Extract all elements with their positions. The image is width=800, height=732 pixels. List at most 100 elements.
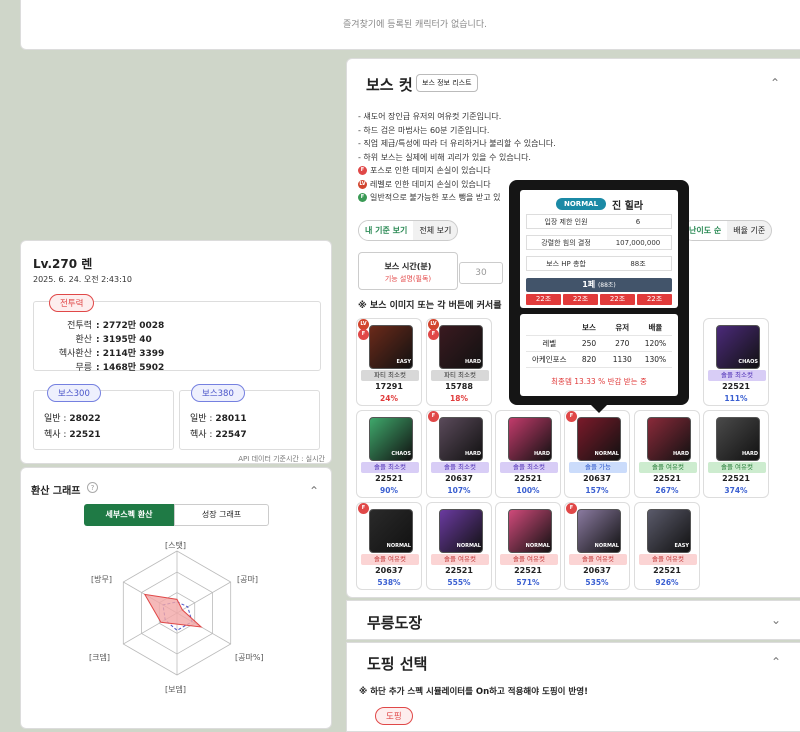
difficulty-label: NORMAL [386,543,411,549]
cut-label[interactable]: 솔플 여유컷 [708,462,766,473]
required-stat: 20637 [583,474,611,483]
boss-card[interactable]: EASY LV F 파티 최소컷 17291 24% [356,318,422,406]
mureung-expand-chevron-icon[interactable]: ⌄ [771,613,781,627]
required-stat: 22521 [375,474,403,483]
difficulty-label: NORMAL [456,543,481,549]
graph-collapse-chevron-icon[interactable]: ⌃ [309,484,319,498]
difficulty-label: NORMAL [594,543,619,549]
boss-card[interactable]: EASY 솔플 여유컷 22521 926% [634,502,700,590]
note-line: - 하위 보스는 실제에 비해 괴리가 있을 수 있습니다. [358,152,531,162]
my-basis-view-button[interactable]: 내 기준 보기 [359,221,414,240]
detail-spec-tab[interactable]: 세부스펙 환산 [84,504,174,526]
required-stat: 22521 [514,566,542,575]
force-badge-icon: F [358,329,369,340]
axis-label: [방무] [91,575,112,584]
boss-card[interactable]: NORMAL 솔플 여유컷 22521 555% [426,502,492,590]
cut-label[interactable]: 솔플 여유컷 [361,554,419,565]
doping-title: 도핑 선택 [367,655,428,673]
compare-row: 아케인포스 820 1130 130% [526,352,672,368]
note-line: - 직업 제급/특성에 따라 더 유리하거나 불리할 수 있습니다. [358,139,556,148]
doping-collapse-chevron-icon[interactable]: ⌃ [771,655,781,669]
boss-card[interactable]: NORMAL F 솔플 여유컷 20637 538% [356,502,422,590]
cut-label[interactable]: 솔플 여유컷 [639,554,697,565]
required-stat: 15788 [445,382,473,391]
cut-label[interactable]: 파티 최소컷 [431,370,489,381]
boss-card[interactable]: NORMAL F 솔플 가능 20637 157% [564,410,630,498]
cut-label[interactable]: 솔플 최소컷 [500,462,558,473]
force-badge-icon: F [566,503,577,514]
cut-label[interactable]: 솔플 최소컷 [361,462,419,473]
axis-label: [보뎀] [165,685,186,694]
multiplier-sort-button[interactable]: 배율 기준 [727,221,771,240]
graph-panel: 환산 그래프 ? ⌃ 세부스펙 환산 성장 그래프 [스탯] [공마] [공마%… [20,467,332,729]
difficulty-label: CHAOS [391,451,411,457]
axis-label: [스탯] [165,541,186,550]
radar-chart [122,550,232,676]
boss-time-input[interactable]: 30 [459,262,503,284]
difficulty-label: EASY [396,359,411,365]
boss-info-list-button[interactable]: 보스 정보 리스트 [416,74,478,92]
boss-time-label: 보스 시간(분) [384,262,432,271]
compare-table: 보스 유저 배율 레벨 250 270 120% 아케인포스 820 1130 130% [526,320,672,368]
help-icon[interactable]: ? [87,482,98,493]
cut-label[interactable]: 솔플 여유컷 [569,554,627,565]
boss-card[interactable]: CHAOS 솔플 최소컷 22521 90% [356,410,422,498]
required-stat: 20637 [445,474,473,483]
required-stat: 20637 [583,566,611,575]
note-line: F 포스로 인한 데미지 손실이 있습니다 [358,164,556,178]
character-panel: Lv.270 렌 2025. 6. 24. 오전 2:43:10 전투력: 27… [20,240,332,464]
compare-row: 레벨 250 270 120% [526,336,672,352]
cut-label[interactable]: 솔플 여유컷 [639,462,697,473]
boss-time-help-link[interactable]: 기능 설명(필독) [359,274,457,284]
force-badge-icon: F [358,503,369,514]
difficulty-label: NORMAL [594,451,619,457]
boss-card[interactable]: HARD 솔플 최소컷 22521 100% [495,410,561,498]
required-stat: 17291 [375,382,403,391]
cut-label[interactable]: 솔플 가능 [569,462,627,473]
view-toggle: 내 기준 보기 전체 보기 [358,220,459,241]
boss-card[interactable]: HARD F 솔플 최소컷 20637 107% [426,410,492,498]
boss-card[interactable]: HARD 솔플 여유컷 22521 374% [703,410,769,498]
ratio-percent: 18% [450,394,468,403]
api-footer: API 데이터 기준시간 : 실시간 [238,455,325,463]
mureung-section: 무릉도장 ⌄ [346,600,800,640]
phase-cells: 22조 22조 22조 22조 [526,294,672,305]
boss300-tag: 보스300 [47,384,101,402]
difficulty-sort-button[interactable]: 난이도 순 [683,221,728,240]
phase-cell: 22조 [563,294,598,305]
difficulty-pill: NORMAL [556,198,607,210]
cut-label[interactable]: 솔플 여유컷 [500,554,558,565]
growth-graph-tab[interactable]: 성장 그래프 [174,504,269,526]
boss-card[interactable]: NORMAL 솔플 여유컷 22521 571% [495,502,561,590]
boss-card[interactable]: HARD 솔플 여유컷 22521 267% [634,410,700,498]
cut-label[interactable]: 파티 최소컷 [361,370,419,381]
phase-bar: 1페 (88조) [526,278,672,292]
character-date: 2025. 6. 24. 오전 2:43:10 [33,275,132,284]
boss-time-box: 보스 시간(분) 기능 설명(필독) [358,252,458,290]
phase-cell: 22조 [526,294,561,305]
boss-name: 진 힐라 [612,201,644,212]
doping-section: 도핑 선택 ⌃ ※ 하단 추가 스펙 시뮬레이터를 On하고 적용해야 도핑이 … [346,642,800,732]
force-badge-icon: F [428,329,439,340]
boss-card[interactable]: HARD LV F 파티 최소컷 15788 18% [426,318,492,406]
boss-card[interactable]: NORMAL F 솔플 여유컷 20637 535% [564,502,630,590]
ratio-percent: 267% [655,486,679,495]
favorites-empty-text: 즐겨찾기에 등록된 캐릭터가 없습니다. [343,20,487,30]
difficulty-label: HARD [741,451,758,457]
ratio-percent: 535% [585,578,609,587]
cut-label[interactable]: 솔플 여유컷 [431,554,489,565]
difficulty-label: EASY [674,543,689,549]
boss-collapse-chevron-icon[interactable]: ⌃ [770,76,780,90]
all-view-button[interactable]: 전체 보기 [413,221,457,240]
required-stat: 22521 [653,566,681,575]
tooltip-row: 입장 제한 인원 6 [526,214,672,229]
required-stat: 22521 [514,474,542,483]
difficulty-label: HARD [672,451,689,457]
cut-label[interactable]: 솔플 최소컷 [431,462,489,473]
radar-fill [143,593,203,628]
cut-label[interactable]: 솔플 최소컷 [708,370,766,381]
tooltip-compare: 보스 유저 배율 레벨 250 270 120% 아케인포스 820 1130 130% 최종뎀… [520,314,678,396]
required-stat: 20637 [375,566,403,575]
boss-hover-tip: ※ 보스 이미지 또는 각 버튼에 커서를 [358,301,502,311]
boss-card[interactable]: CHAOS 솔플 최소컷 22521 111% [703,318,769,406]
